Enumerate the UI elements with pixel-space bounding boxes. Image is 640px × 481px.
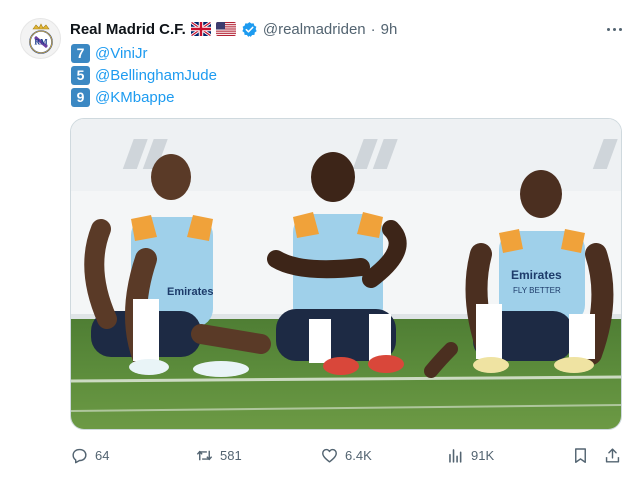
heart-icon	[322, 448, 337, 463]
mention-link[interactable]: @ViniJr	[95, 45, 147, 62]
share-icon	[605, 447, 620, 463]
reply-button[interactable]: 64	[70, 442, 109, 468]
views-button[interactable]: 91K	[446, 442, 494, 468]
reply-icon	[72, 448, 87, 463]
avatar[interactable]: RM	[20, 18, 61, 59]
tweet: RM Real Madrid C.F. @realmadriden · 9h 7…	[0, 0, 640, 481]
uk-flag-icon	[190, 22, 211, 36]
jersey-sponsor-text: Emirates	[511, 268, 562, 282]
bookmark-button[interactable]	[571, 442, 590, 468]
jersey-sponsor-text: Emirates	[167, 286, 213, 298]
tweet-header: Real Madrid C.F. @realmadriden · 9h	[70, 18, 397, 40]
verified-badge-icon[interactable]	[241, 21, 258, 38]
display-name[interactable]: Real Madrid C.F.	[70, 21, 186, 38]
repost-count: 581	[220, 447, 242, 463]
real-madrid-crest-icon: RM	[28, 22, 53, 54]
repost-icon	[196, 450, 213, 460]
action-bar: 64 581 6.4K 91K	[70, 442, 626, 468]
separator-dot: ·	[370, 20, 376, 38]
more-options-button[interactable]	[604, 19, 624, 39]
share-button[interactable]	[603, 442, 622, 468]
number-badge: 7	[71, 43, 90, 63]
player-line: 5 @BellinghamJude	[71, 64, 217, 86]
timestamp[interactable]: 9h	[381, 21, 398, 38]
dot-icon	[618, 27, 622, 31]
number-badge: 9	[71, 87, 90, 107]
view-count: 91K	[471, 447, 495, 463]
analytics-icon	[449, 448, 462, 463]
repost-button[interactable]: 581	[195, 442, 242, 468]
player-line: 7 @ViniJr	[71, 42, 217, 64]
bookmark-icon	[575, 447, 586, 463]
mention-link[interactable]: @BellinghamJude	[95, 67, 217, 84]
like-count: 6.4K	[345, 447, 372, 463]
tweet-photo[interactable]: Emirates Emirates FLY BETTER	[70, 118, 622, 430]
tweet-text: 7 @ViniJr 5 @BellinghamJude 9 @KMbappe	[71, 42, 217, 108]
dot-icon	[612, 27, 616, 31]
us-flag-icon	[215, 22, 236, 36]
mention-link[interactable]: @KMbappe	[95, 89, 174, 106]
like-button[interactable]: 6.4K	[320, 442, 372, 468]
dot-icon	[606, 27, 610, 31]
player-line: 9 @KMbappe	[71, 86, 217, 108]
photo-illustration: Emirates Emirates FLY BETTER	[71, 119, 621, 429]
number-badge: 5	[71, 65, 90, 85]
jersey-sponsor-subtext: FLY BETTER	[513, 286, 561, 295]
svg-text:RM: RM	[34, 37, 48, 46]
handle[interactable]: @realmadriden	[263, 21, 366, 38]
reply-count: 64	[95, 447, 110, 463]
